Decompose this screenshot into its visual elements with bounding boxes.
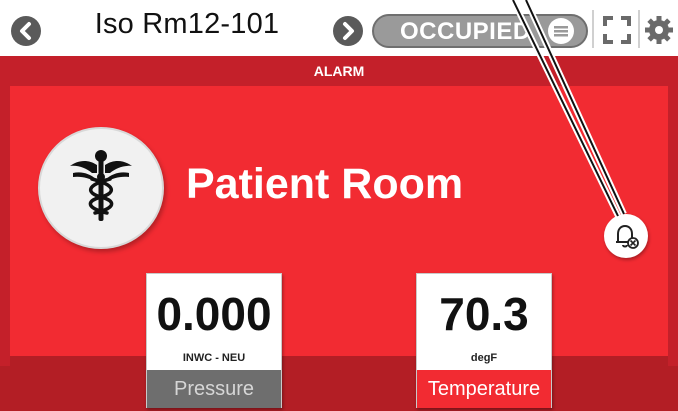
room-monitor-screen: Iso Rm12-101 OCCUPIED ALARM Patient Room…	[0, 0, 678, 411]
room-name: Iso Rm12-101	[94, 8, 280, 40]
fullscreen-button[interactable]	[600, 13, 634, 47]
divider	[638, 10, 640, 48]
temperature-label: Temperature	[417, 370, 551, 408]
chevron-right-icon	[343, 22, 354, 40]
divider	[592, 10, 594, 48]
top-bar: Iso Rm12-101 OCCUPIED	[0, 0, 678, 56]
pressure-unit: INWC - NEU	[182, 352, 246, 364]
bell-off-icon	[616, 224, 639, 249]
room-type-title: Patient Room	[186, 160, 464, 208]
alarm-label: ALARM	[313, 63, 365, 79]
next-room-button[interactable]	[333, 16, 363, 46]
room-type-avatar	[38, 127, 164, 249]
settings-button[interactable]	[642, 13, 676, 47]
previous-room-button[interactable]	[11, 16, 41, 46]
pressure-value: 0.000	[156, 288, 272, 340]
temperature-unit: degF	[470, 352, 498, 364]
alarm-banner: ALARM	[0, 56, 678, 86]
gear-icon	[645, 16, 673, 44]
temperature-reading-card[interactable]: 70.3 degF Temperature	[416, 273, 552, 408]
panel-edge	[668, 56, 678, 366]
pressure-label: Pressure	[147, 370, 281, 408]
pressure-reading-card[interactable]: 0.000 INWC - NEU Pressure	[146, 273, 282, 408]
temperature-value: 70.3	[439, 288, 529, 340]
panel-edge	[0, 56, 10, 366]
silence-alarm-button[interactable]	[604, 214, 648, 258]
chevron-left-icon	[20, 22, 31, 40]
occupancy-status-text: OCCUPIED	[400, 18, 531, 45]
fullscreen-icon	[603, 16, 631, 44]
alarm-panel-footer	[0, 356, 678, 411]
hamburger-menu-icon	[554, 26, 568, 37]
status-menu-button[interactable]	[548, 18, 574, 44]
caduceus-icon	[70, 150, 132, 221]
